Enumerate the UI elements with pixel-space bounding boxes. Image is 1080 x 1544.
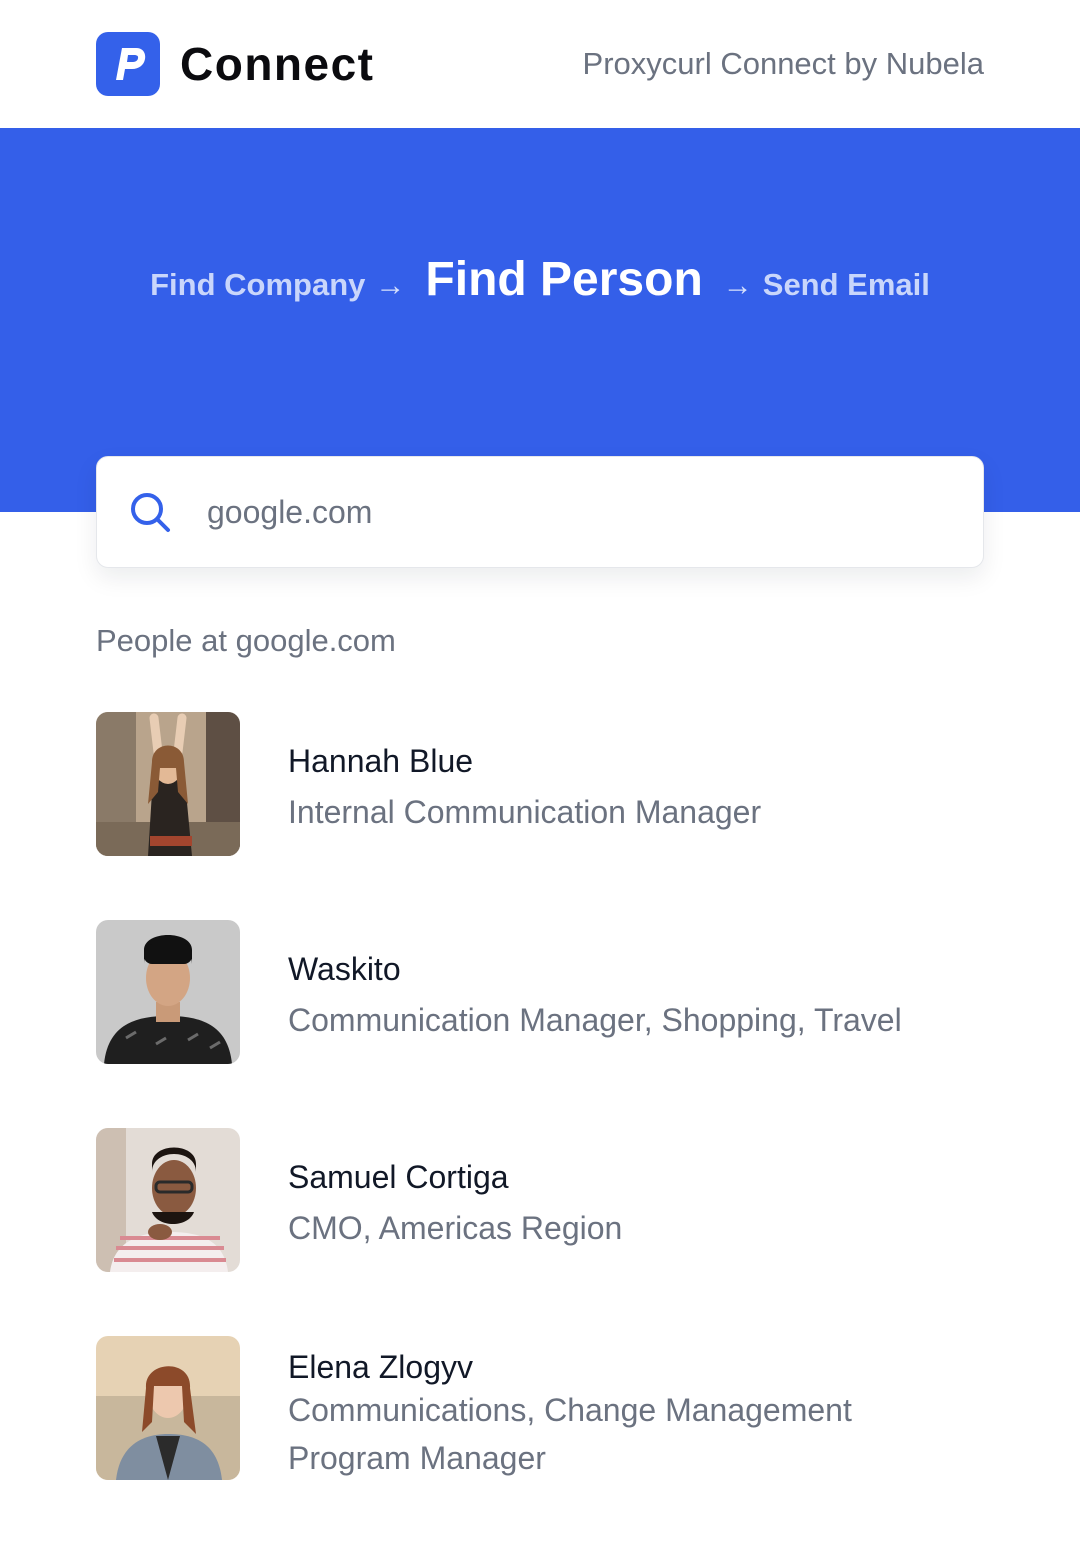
people-section-label: People at google.com bbox=[96, 623, 396, 658]
list-item[interactable]: Hannah Blue Internal Communication Manag… bbox=[96, 712, 984, 920]
person-title: Communication Manager, Shopping, Travel bbox=[288, 1002, 902, 1038]
step-find-person[interactable]: Find Person bbox=[425, 252, 702, 307]
person-name[interactable]: Waskito bbox=[288, 948, 401, 990]
byline-text: Proxycurl Connect by Nubela bbox=[582, 46, 984, 81]
step-find-company[interactable]: Find Company bbox=[150, 267, 365, 303]
person-name[interactable]: Hannah Blue bbox=[288, 740, 473, 782]
steps-breadcrumb: Find Company → Find Person → Send Email bbox=[0, 252, 1080, 307]
arrow-right-icon: → bbox=[722, 269, 753, 302]
avatar bbox=[96, 1336, 240, 1480]
search-input[interactable] bbox=[207, 487, 947, 537]
step-send-email[interactable]: Send Email bbox=[763, 267, 930, 303]
list-item[interactable]: Samuel Cortiga CMO, Americas Region bbox=[96, 1128, 984, 1336]
person-title: CMO, Americas Region bbox=[288, 1210, 623, 1246]
search-icon bbox=[131, 493, 170, 532]
hero-banner: Find Company → Find Person → Send Email bbox=[0, 128, 1080, 512]
list-item[interactable]: Waskito Communication Manager, Shopping,… bbox=[96, 920, 984, 1128]
proxycurl-logo-icon[interactable] bbox=[96, 32, 160, 96]
person-title: Internal Communication Manager bbox=[288, 794, 762, 830]
avatar bbox=[96, 920, 240, 1064]
avatar bbox=[96, 1128, 240, 1272]
avatar bbox=[96, 712, 240, 856]
people-list: Hannah Blue Internal Communication Manag… bbox=[96, 712, 984, 1544]
arrow-right-icon: → bbox=[375, 269, 406, 302]
person-name[interactable]: Elena Zlogyv bbox=[288, 1346, 473, 1388]
app-header: Connect Proxycurl Connect by Nubela bbox=[0, 0, 1080, 128]
search-box[interactable] bbox=[96, 456, 984, 568]
brand-name[interactable]: Connect bbox=[180, 36, 375, 92]
person-name[interactable]: Samuel Cortiga bbox=[288, 1156, 509, 1198]
list-item[interactable]: Elena Zlogyv Communications, Change Mana… bbox=[96, 1336, 984, 1544]
person-title: Communications, Change Management Progra… bbox=[288, 1392, 852, 1476]
